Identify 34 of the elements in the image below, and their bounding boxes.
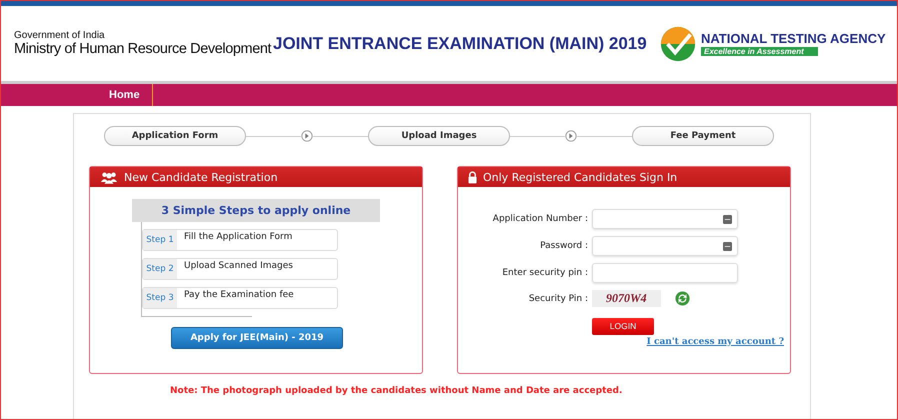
steps-heading: 3 Simple Steps to apply online xyxy=(132,199,380,222)
panel-title: New Candidate Registration xyxy=(124,170,278,184)
panel-title: Only Registered Candidates Sign In xyxy=(483,170,678,184)
field-label: Security Pin : xyxy=(528,294,588,304)
keypad-icon[interactable] xyxy=(723,242,732,250)
keypad-icon[interactable] xyxy=(723,214,732,224)
field-label: Application Number : xyxy=(492,214,588,224)
users-icon xyxy=(100,170,118,184)
checkmark-logo-icon xyxy=(659,24,697,62)
input-field[interactable] xyxy=(592,236,738,256)
step-text: Fill the Application Form xyxy=(183,231,292,244)
step-tag: Step 1 xyxy=(143,230,177,250)
login-button[interactable]: LOGIN xyxy=(592,318,654,334)
input-field[interactable] xyxy=(592,209,738,229)
apply-button[interactable]: Apply for JEE(Main) - 2019 xyxy=(171,327,343,349)
agency-name: NATIONAL TESTING AGENCY xyxy=(701,31,886,46)
step-tag: Step 2 xyxy=(143,259,177,279)
stepper-step: Fee Payment xyxy=(632,126,774,146)
input-field[interactable] xyxy=(592,263,738,283)
stepper-step: Upload Images xyxy=(368,126,510,146)
refresh-icon[interactable] xyxy=(674,291,690,306)
step-text: Upload Scanned Images xyxy=(183,260,293,273)
stepper-step: Application Form xyxy=(104,126,246,146)
step-text: Pay the Examination fee xyxy=(183,289,294,302)
lock-icon xyxy=(468,170,477,184)
captcha-image: 9070W4 xyxy=(592,290,661,307)
field-label: Enter security pin : xyxy=(501,268,588,278)
ministry-name: Ministry of Human Resource Development xyxy=(14,41,272,57)
note-text: Note: The photograph uploaded by the candidates without Name and Date are accepted. xyxy=(170,386,624,396)
help-link[interactable]: I can't access my account ? xyxy=(646,336,784,346)
government-label: Government of India xyxy=(14,30,106,41)
agency-tagline: Excellence in Assessment xyxy=(701,47,818,56)
field-label: Password : xyxy=(539,241,588,251)
step-tag: Step 3 xyxy=(143,288,177,308)
